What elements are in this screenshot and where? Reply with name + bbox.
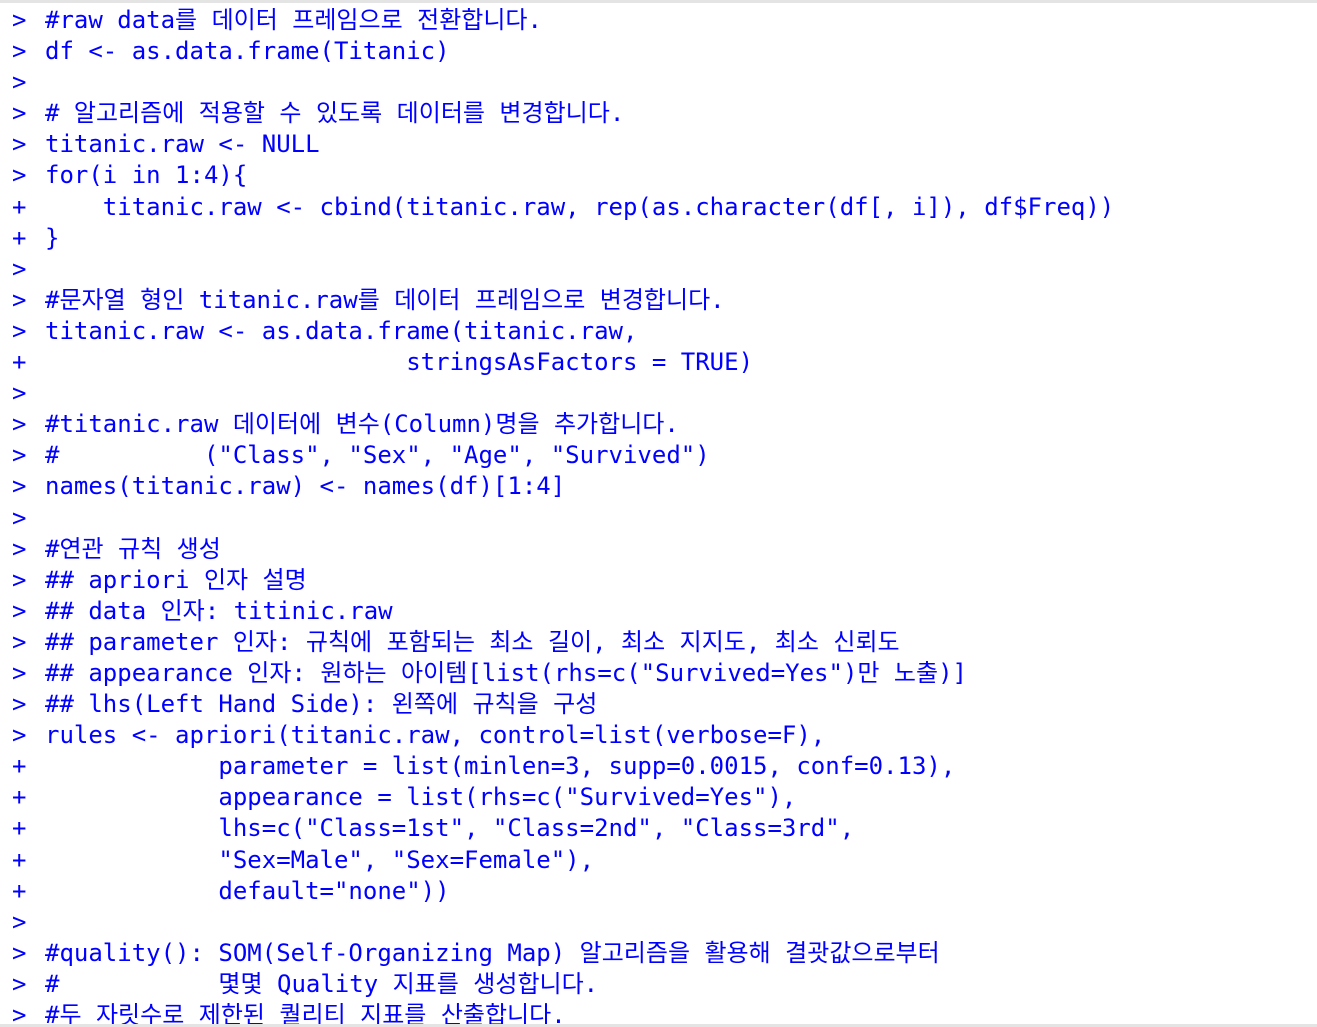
code-text: default="none")) [45, 876, 450, 905]
code-text: appearance = list(rhs=c("Survived=Yes"), [45, 783, 797, 812]
console-line: > [12, 907, 1114, 938]
prompt-symbol: > [12, 316, 27, 345]
code-text: titanic.raw <- NULL [45, 130, 320, 159]
prompt-symbol: > [12, 68, 27, 97]
console-line: + stringsAsFactors = TRUE) [12, 347, 1114, 378]
code-text: for(i in 1:4){ [45, 161, 248, 190]
prompt-symbol: > [12, 130, 27, 159]
prompt-symbol: > [12, 99, 27, 128]
code-text: #연관 규칙 생성 [45, 534, 221, 563]
prompt-symbol: > [12, 472, 27, 501]
console-line: > #raw data를 데이터 프레임으로 전환합니다. [12, 5, 1114, 36]
code-text: #문자열 형인 titanic.raw를 데이터 프레임으로 변경합니다. [45, 285, 725, 314]
code-text: stringsAsFactors = TRUE) [45, 348, 754, 377]
code-text: titanic.raw <- cbind(titanic.raw, rep(as… [45, 192, 1115, 221]
code-text: # 알고리즘에 적용할 수 있도록 데이터를 변경합니다. [45, 99, 625, 128]
console-line: + appearance = list(rhs=c("Survived=Yes"… [12, 782, 1114, 813]
console-line: +} [12, 223, 1114, 254]
console-line: > #titanic.raw 데이터에 변수(Column)명을 추가합니다. [12, 409, 1114, 440]
prompt-symbol: > [12, 37, 27, 66]
console-line: > for(i in 1:4){ [12, 160, 1114, 191]
code-text: "Sex=Male", "Sex=Female"), [45, 845, 595, 874]
console-line: > [12, 67, 1114, 98]
console-line: > #quality(): SOM(Self-Organizing Map) 알고… [12, 938, 1114, 969]
r-console[interactable]: > #raw data를 데이터 프레임으로 전환합니다. > df <- as.d… [0, 0, 1317, 1027]
console-line: + titanic.raw <- cbind(titanic.raw, rep(… [12, 192, 1114, 223]
console-line: > ## data 인자: titinic.raw [12, 596, 1114, 627]
prompt-symbol: > [12, 596, 27, 625]
prompt-symbol: + [12, 223, 27, 252]
prompt-symbol: > [12, 969, 27, 998]
code-text: df <- as.data.frame(Titanic) [45, 37, 450, 66]
code-text: # 몇몇 Quality 지표를 생성합니다. [45, 969, 599, 998]
prompt-symbol: > [12, 503, 27, 532]
prompt-symbol: + [12, 348, 27, 377]
console-line: > # 몇몇 Quality 지표를 생성합니다. [12, 969, 1114, 1000]
code-text: ## lhs(Left Hand Side): 왼쪽에 규칙을 구성 [45, 690, 598, 719]
console-line: > titanic.raw <- as.data.frame(titanic.ra… [12, 316, 1114, 347]
console-line: > [12, 378, 1114, 409]
code-text: ## parameter 인자: 규칙에 포함되는 최소 길이, 최소 지지도,… [45, 627, 900, 656]
console-line: > names(titanic.raw) <- names(df)[1:4] [12, 471, 1114, 502]
prompt-symbol: > [12, 1001, 27, 1027]
code-text: #titanic.raw 데이터에 변수(Column)명을 추가합니다. [45, 410, 679, 439]
console-line: > # 알고리즘에 적용할 수 있도록 데이터를 변경합니다. [12, 98, 1114, 129]
console-line: > ## appearance 인자: 원하는 아이템[list(rhs=c("S… [12, 658, 1114, 689]
prompt-symbol: > [12, 565, 27, 594]
code-text: ## apriori 인자 설명 [45, 565, 307, 594]
code-text: rules <- apriori(titanic.raw, control=li… [45, 721, 826, 750]
console-line: > ## apriori 인자 설명 [12, 565, 1114, 596]
prompt-symbol: + [12, 814, 27, 843]
prompt-symbol: > [12, 410, 27, 439]
prompt-symbol: > [12, 907, 27, 936]
console-output: > #raw data를 데이터 프레임으로 전환합니다. > df <- as.d… [12, 5, 1114, 1027]
code-text: parameter = list(minlen=3, supp=0.0015, … [45, 752, 956, 781]
prompt-symbol: + [12, 845, 27, 874]
console-line: > #연관 규칙 생성 [12, 534, 1114, 565]
code-text: ## data 인자: titinic.raw [45, 596, 393, 625]
code-text: } [45, 223, 60, 252]
prompt-symbol: > [12, 938, 27, 967]
console-line: + lhs=c("Class=1st", "Class=2nd", "Class… [12, 813, 1114, 844]
prompt-symbol: > [12, 254, 27, 283]
console-line: > titanic.raw <- NULL [12, 129, 1114, 160]
prompt-symbol: > [12, 658, 27, 687]
prompt-symbol: > [12, 161, 27, 190]
console-line: + default="none")) [12, 876, 1114, 907]
code-text: names(titanic.raw) <- names(df)[1:4] [45, 472, 566, 501]
prompt-symbol: > [12, 441, 27, 470]
code-text: lhs=c("Class=1st", "Class=2nd", "Class=3… [45, 814, 855, 843]
console-line: > [12, 254, 1114, 285]
code-text: ## appearance 인자: 원하는 아이템[list(rhs=c("Su… [45, 658, 967, 687]
prompt-symbol: > [12, 285, 27, 314]
console-line: > # ("Class", "Sex", "Age", "Survived") [12, 440, 1114, 471]
prompt-symbol: + [12, 752, 27, 781]
code-text: # ("Class", "Sex", "Age", "Survived") [45, 441, 710, 470]
prompt-symbol: > [12, 379, 27, 408]
code-text: #quality(): SOM(Self-Organizing Map) 알고리… [45, 938, 940, 967]
prompt-symbol: > [12, 721, 27, 750]
console-line: > [12, 503, 1114, 534]
code-text: titanic.raw <- as.data.frame(titanic.raw… [45, 316, 638, 345]
prompt-symbol: > [12, 627, 27, 656]
prompt-symbol: + [12, 876, 27, 905]
prompt-symbol: > [12, 690, 27, 719]
console-line: > rules <- apriori(titanic.raw, control=l… [12, 720, 1114, 751]
console-line: > ## parameter 인자: 규칙에 포함되는 최소 길이, 최소 지지도… [12, 627, 1114, 658]
console-line: > #두 자릿수로 제한된 퀄리티 지표를 산출합니다. [12, 1000, 1114, 1027]
console-line: > ## lhs(Left Hand Side): 왼쪽에 규칙을 구성 [12, 689, 1114, 720]
code-text: #raw data를 데이터 프레임으로 전환합니다. [45, 6, 542, 34]
console-line: > df <- as.data.frame(Titanic) [12, 36, 1114, 67]
console-line: + parameter = list(minlen=3, supp=0.0015… [12, 751, 1114, 782]
code-text: #두 자릿수로 제한된 퀄리티 지표를 산출합니다. [45, 1001, 566, 1027]
prompt-symbol: + [12, 783, 27, 812]
prompt-symbol: + [12, 192, 27, 221]
console-line: > #문자열 형인 titanic.raw를 데이터 프레임으로 변경합니다. [12, 285, 1114, 316]
prompt-symbol: > [12, 6, 27, 34]
prompt-symbol: > [12, 534, 27, 563]
console-line: + "Sex=Male", "Sex=Female"), [12, 845, 1114, 876]
